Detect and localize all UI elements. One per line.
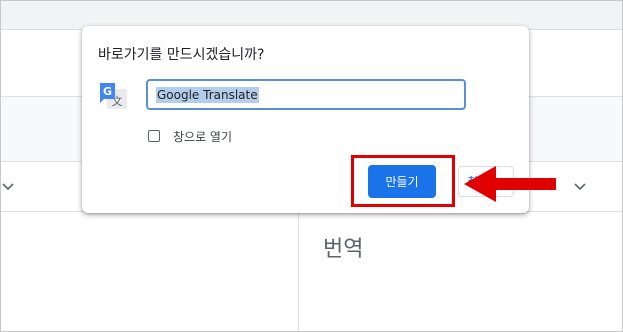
shortcut-name-value: Google Translate (156, 86, 259, 103)
translation-output-label: 번역 (323, 237, 364, 262)
pane-divider (298, 212, 299, 331)
open-as-window-label: 창으로 열기 (173, 130, 233, 144)
red-arrow-icon (464, 166, 556, 202)
chevron-down-icon[interactable] (573, 179, 587, 193)
svg-text:G: G (103, 85, 112, 98)
dialog-title: 바로가기를 만드시겠습니까? (98, 47, 265, 63)
chevron-down-icon[interactable] (1, 179, 15, 193)
open-as-window-checkbox[interactable] (148, 130, 160, 142)
google-translate-icon: 文 G (98, 81, 128, 111)
shortcut-name-input[interactable]: Google Translate (146, 79, 466, 110)
highlight-box (351, 155, 455, 207)
